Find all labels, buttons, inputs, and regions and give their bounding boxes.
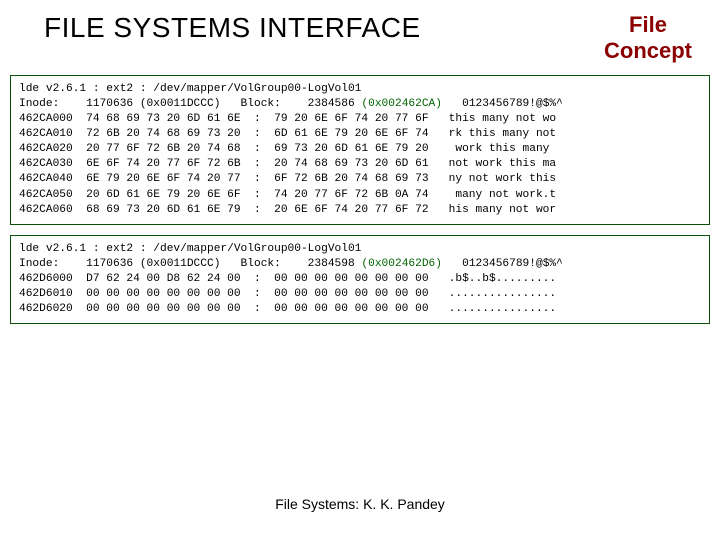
hex-row: 462CA010 72 6B 20 74 68 69 73 20 : 6D 61… bbox=[19, 127, 701, 142]
dump-header-line: lde v2.6.1 : ext2 : /dev/mapper/VolGroup… bbox=[19, 82, 701, 97]
hex-row: 462D6000 D7 62 24 00 D8 62 24 00 : 00 00… bbox=[19, 272, 701, 287]
block-hex-highlight: (0x002462CA) bbox=[361, 98, 442, 110]
footer-text: File Systems: K. K. Pandey bbox=[0, 496, 720, 512]
dump-header-line: lde v2.6.1 : ext2 : /dev/mapper/VolGroup… bbox=[19, 242, 701, 257]
section-title: File Concept bbox=[604, 12, 692, 65]
hex-row: 462D6010 00 00 00 00 00 00 00 00 : 00 00… bbox=[19, 287, 701, 302]
hex-row: 462CA030 6E 6F 74 20 77 6F 72 6B : 20 74… bbox=[19, 157, 701, 172]
hex-row: 462D6020 00 00 00 00 00 00 00 00 : 00 00… bbox=[19, 302, 701, 317]
block-hex-highlight: (0x002462D6) bbox=[361, 258, 442, 270]
hex-row: 462CA060 68 69 73 20 6D 61 6E 79 : 20 6E… bbox=[19, 203, 701, 218]
side-title-line2: Concept bbox=[604, 38, 692, 63]
hexdump-block-1: lde v2.6.1 : ext2 : /dev/mapper/VolGroup… bbox=[10, 75, 710, 225]
dump-info-line: Inode: 1170636 (0x0011DCCC) Block: 23845… bbox=[19, 97, 701, 112]
hexdump-block-2: lde v2.6.1 : ext2 : /dev/mapper/VolGroup… bbox=[10, 235, 710, 325]
page-title: FILE SYSTEMS INTERFACE bbox=[44, 12, 421, 44]
hex-row: 462CA000 74 68 69 73 20 6D 61 6E : 79 20… bbox=[19, 112, 701, 127]
header: FILE SYSTEMS INTERFACE File Concept bbox=[0, 0, 720, 69]
dump-info-line: Inode: 1170636 (0x0011DCCC) Block: 23845… bbox=[19, 257, 701, 272]
hex-row: 462CA040 6E 79 20 6E 6F 74 20 77 : 6F 72… bbox=[19, 172, 701, 187]
side-title-line1: File bbox=[629, 12, 667, 37]
hex-row: 462CA020 20 77 6F 72 6B 20 74 68 : 69 73… bbox=[19, 142, 701, 157]
hex-row: 462CA050 20 6D 61 6E 79 20 6E 6F : 74 20… bbox=[19, 188, 701, 203]
